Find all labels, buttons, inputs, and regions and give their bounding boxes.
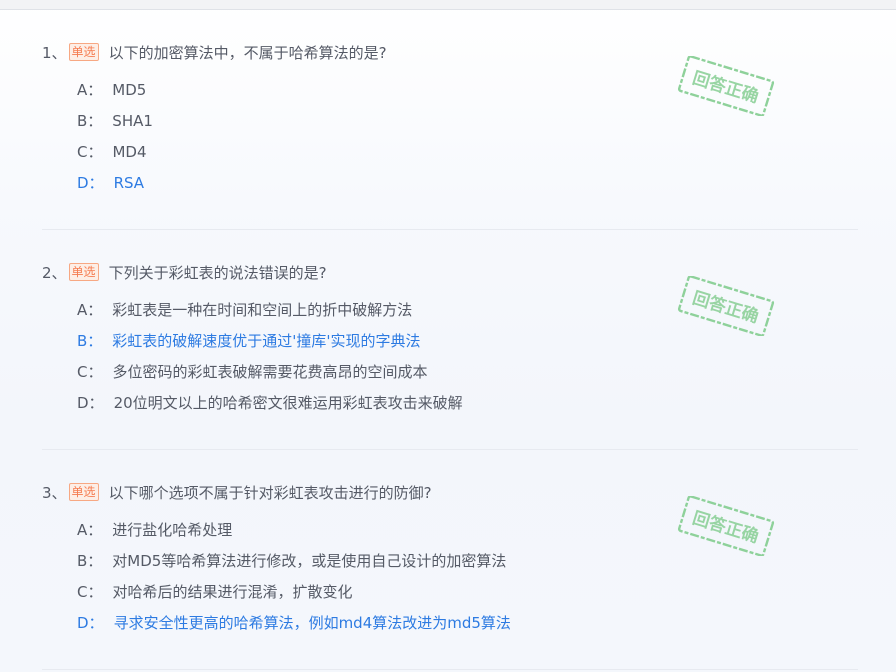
- option-text: 进行盐化哈希处理: [112, 521, 233, 539]
- question-number: 3、: [42, 483, 67, 502]
- question-header: 3、 单选 以下哪个选项不属于针对彩虹表攻击进行的防御?: [42, 481, 432, 503]
- option-text: 寻求安全性更高的哈希算法，例如md4算法改进为md5算法: [113, 614, 511, 632]
- option-text: 彩虹表是一种在时间和空间上的折中破解方法: [112, 301, 413, 319]
- stamp-text: 回答正确: [690, 287, 761, 327]
- option-text: RSA: [113, 174, 145, 192]
- option-letter: A：: [77, 81, 103, 99]
- option-text: 多位密码的彩虹表破解需要花费高昂的空间成本: [112, 363, 428, 381]
- question-2: 2、 单选 下列关于彩虹表的说法错误的是? A： 彩虹表是一种在时间和空间上的折中…: [42, 230, 858, 450]
- divider: [42, 669, 858, 670]
- question-1: 1、 单选 以下的加密算法中，不属于哈希算法的是? A： MD5 B： SHA1 C…: [42, 10, 858, 230]
- option-c[interactable]: C： MD4: [77, 140, 153, 171]
- question-type-badge: 单选: [68, 263, 99, 281]
- question-text: 以下的加密算法中，不属于哈希算法的是?: [108, 43, 387, 62]
- option-letter: C：: [77, 143, 103, 161]
- top-border: [0, 0, 896, 10]
- option-letter: C：: [77, 363, 103, 381]
- question-type-badge: 单选: [68, 483, 99, 501]
- option-text: MD4: [112, 143, 147, 161]
- option-list: A： 彩虹表是一种在时间和空间上的折中破解方法 B： 彩虹表的破解速度优于通过'撞库…: [77, 298, 463, 422]
- option-a[interactable]: A： 彩虹表是一种在时间和空间上的折中破解方法: [77, 298, 463, 329]
- option-text: 彩虹表的破解速度优于通过'撞库'实现的字典法: [112, 332, 421, 350]
- option-letter: D：: [77, 614, 104, 632]
- option-d[interactable]: D： 20位明文以上的哈希密文很难运用彩虹表攻击来破解: [77, 391, 463, 422]
- question-type-badge: 单选: [68, 43, 99, 61]
- question-header: 2、 单选 下列关于彩虹表的说法错误的是?: [42, 261, 327, 283]
- option-letter: B：: [77, 112, 103, 130]
- option-letter: D：: [77, 394, 104, 412]
- question-text: 以下哪个选项不属于针对彩虹表攻击进行的防御?: [108, 483, 432, 502]
- question-number: 1、: [42, 43, 67, 62]
- correct-answer-stamp: 回答正确: [674, 56, 778, 116]
- option-a[interactable]: A： MD5: [77, 78, 153, 109]
- option-c[interactable]: C： 多位密码的彩虹表破解需要花费高昂的空间成本: [77, 360, 463, 391]
- option-b[interactable]: B： 对MD5等哈希算法进行修改，或是使用自己设计的加密算法: [77, 549, 511, 580]
- option-letter: A：: [77, 301, 103, 319]
- option-b[interactable]: B： SHA1: [77, 109, 153, 140]
- option-letter: C：: [77, 583, 103, 601]
- option-text: SHA1: [112, 112, 153, 130]
- option-d[interactable]: D： 寻求安全性更高的哈希算法，例如md4算法改进为md5算法: [77, 611, 511, 642]
- option-letter: B：: [77, 332, 103, 350]
- option-letter: D：: [77, 174, 104, 192]
- correct-answer-stamp: 回答正确: [674, 276, 778, 336]
- option-letter: A：: [77, 521, 103, 539]
- option-text: MD5: [112, 81, 147, 99]
- option-list: A： MD5 B： SHA1 C： MD4 D： RSA: [77, 78, 153, 202]
- stamp-text: 回答正确: [690, 67, 761, 107]
- option-a[interactable]: A： 进行盐化哈希处理: [77, 518, 511, 549]
- question-number: 2、: [42, 263, 67, 282]
- option-text: 对MD5等哈希算法进行修改，或是使用自己设计的加密算法: [112, 552, 507, 570]
- option-d[interactable]: D： RSA: [77, 171, 153, 202]
- stamp-text: 回答正确: [690, 507, 761, 547]
- option-c[interactable]: C： 对哈希后的结果进行混淆，扩散变化: [77, 580, 511, 611]
- question-3: 3、 单选 以下哪个选项不属于针对彩虹表攻击进行的防御? A： 进行盐化哈希处理 …: [42, 450, 858, 670]
- question-text: 下列关于彩虹表的说法错误的是?: [108, 263, 327, 282]
- question-header: 1、 单选 以下的加密算法中，不属于哈希算法的是?: [42, 41, 387, 63]
- option-text: 对哈希后的结果进行混淆，扩散变化: [112, 583, 353, 601]
- option-text: 20位明文以上的哈希密文很难运用彩虹表攻击来破解: [113, 394, 463, 412]
- option-list: A： 进行盐化哈希处理 B： 对MD5等哈希算法进行修改，或是使用自己设计的加密算法…: [77, 518, 511, 642]
- option-b[interactable]: B： 彩虹表的破解速度优于通过'撞库'实现的字典法: [77, 329, 463, 360]
- option-letter: B：: [77, 552, 103, 570]
- correct-answer-stamp: 回答正确: [674, 496, 778, 556]
